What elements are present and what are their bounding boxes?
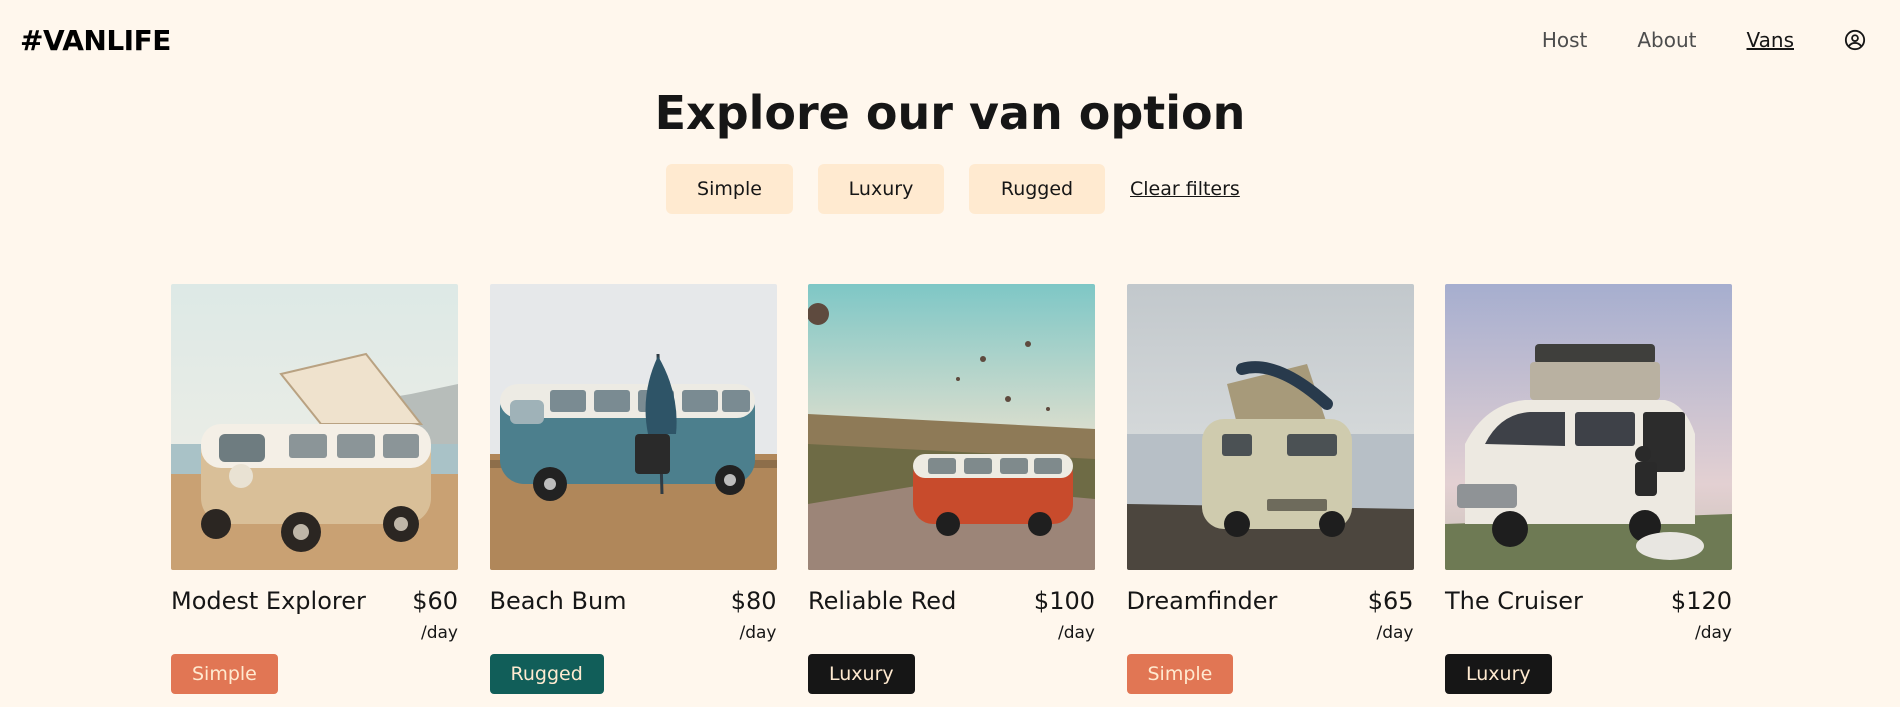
page-title: Explore our van option	[654, 86, 1246, 140]
van-type-badge[interactable]: Luxury	[808, 654, 915, 694]
van-price: $100	[1033, 587, 1095, 615]
filter-simple-button[interactable]: Simple	[666, 164, 793, 214]
van-price: $80	[730, 587, 777, 615]
filter-rugged-button[interactable]: Rugged	[969, 164, 1105, 214]
nav-host-link[interactable]: Host	[1542, 28, 1588, 52]
van-image	[1445, 284, 1732, 570]
van-type-badge[interactable]: Luxury	[1445, 654, 1552, 694]
van-image	[1126, 284, 1414, 570]
price-unit: /day	[1376, 623, 1414, 643]
van-name: Beach Bum	[489, 587, 627, 615]
van-card[interactable]: Reliable Red $100 /day Luxury	[808, 284, 1095, 694]
price-unit: /day	[1695, 623, 1732, 643]
van-card[interactable]: Beach Bum $80 /day Rugged	[489, 284, 777, 694]
main-nav: Host About Vans	[1542, 28, 1900, 52]
logo[interactable]: #VANLIFE	[20, 24, 171, 57]
price-unit: /day	[1058, 623, 1095, 643]
van-card[interactable]: Modest Explorer $60 /day Simple	[171, 284, 458, 694]
nav-about-link[interactable]: About	[1637, 28, 1696, 52]
van-image	[489, 284, 777, 570]
van-list: Modest Explorer $60 /day Simple Beach Bu…	[171, 284, 1764, 694]
user-circle-icon[interactable]	[1844, 29, 1866, 51]
van-type-badge[interactable]: Simple	[1126, 654, 1234, 694]
van-image	[808, 284, 1095, 570]
filter-luxury-button[interactable]: Luxury	[818, 164, 944, 214]
van-type-badge[interactable]: Simple	[171, 654, 278, 694]
nav-vans-link[interactable]: Vans	[1747, 28, 1794, 52]
filter-bar: Simple Luxury Rugged Clear filters	[666, 164, 1240, 214]
van-type-badge[interactable]: Rugged	[489, 654, 604, 694]
van-name: Dreamfinder	[1126, 587, 1278, 615]
van-card[interactable]: The Cruiser $120 /day Luxury	[1445, 284, 1732, 694]
van-name: Reliable Red	[808, 587, 957, 615]
van-price: $120	[1670, 587, 1732, 615]
clear-filters-button[interactable]: Clear filters	[1130, 178, 1240, 200]
van-name: The Cruiser	[1445, 587, 1583, 615]
van-name: Modest Explorer	[171, 587, 366, 615]
van-card[interactable]: Dreamfinder $65 /day Simple	[1126, 284, 1414, 694]
price-unit: /day	[421, 623, 458, 643]
price-unit: /day	[739, 623, 777, 643]
van-image	[171, 284, 458, 570]
van-price: $65	[1367, 587, 1414, 615]
van-price: $60	[412, 587, 458, 615]
